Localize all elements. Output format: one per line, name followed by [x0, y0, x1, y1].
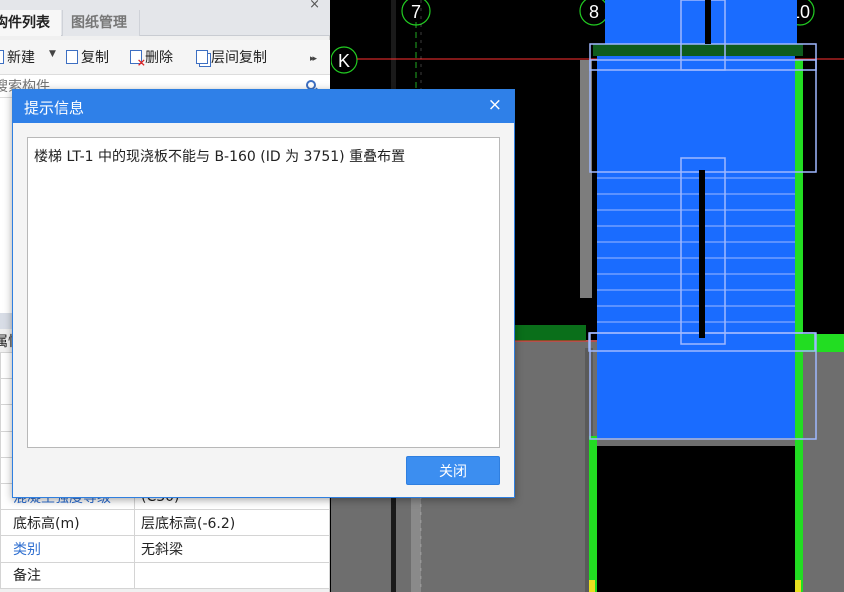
floor-copy-button[interactable]: 层间复制 — [196, 48, 267, 68]
panel-tab-bar: 构件列表 图纸管理 × — [0, 0, 330, 36]
dialog-title: 提示信息 — [24, 99, 85, 117]
yellow-marker-left — [589, 580, 595, 592]
tab-component-list[interactable]: 构件列表 — [0, 10, 61, 36]
dialog-close-button[interactable]: 关闭 — [406, 456, 500, 485]
delete-button-label: 删除 — [145, 50, 173, 66]
stair-top-landing[interactable] — [597, 56, 795, 168]
top-beam[interactable] — [593, 44, 803, 56]
property-row-remarks[interactable]: 备注 — [0, 561, 330, 589]
copy-button[interactable]: 复制 — [66, 48, 109, 68]
copy-icon — [66, 50, 78, 64]
dialog-titlebar[interactable]: 提示信息 × — [13, 90, 514, 123]
message-dialog: 提示信息 × 楼梯 LT-1 中的现浇板不能与 B-160 (ID 为 3751… — [12, 89, 515, 498]
right-landing-beam[interactable] — [799, 334, 844, 352]
toolbar-more-icon[interactable]: ▸▸ — [310, 49, 317, 69]
property-value[interactable]: 层底标高(-6.2) — [134, 509, 330, 537]
stair-opening — [597, 446, 795, 592]
property-name: 底标高(m) — [0, 509, 135, 537]
yellow-marker-right — [795, 580, 801, 592]
new-button-label: 新建 — [7, 50, 35, 66]
column-strip[interactable] — [411, 492, 421, 592]
component-toolbar: 新建 ▼ 复制 删除 层间复制 ▸▸ — [0, 40, 330, 74]
property-value[interactable]: 无斜梁 — [134, 535, 330, 563]
panel-close-icon[interactable]: × — [309, 0, 320, 12]
property-row-bottom-elevation[interactable]: 底标高(m) 层底标高(-6.2) — [0, 509, 330, 537]
left-green-beam-lower[interactable] — [589, 436, 597, 592]
stair-well-gap — [699, 170, 705, 338]
floor-copy-button-label: 层间复制 — [211, 50, 267, 66]
tab-drawing-management[interactable]: 图纸管理 — [62, 10, 140, 36]
property-name: 备注 — [0, 561, 135, 589]
copy-button-label: 复制 — [81, 50, 109, 66]
new-icon — [0, 50, 4, 64]
floor-copy-icon — [196, 50, 208, 64]
stair-upper-flight[interactable] — [605, 0, 797, 44]
property-row-category[interactable]: 类别 无斜梁 — [0, 535, 330, 563]
property-name: 类别 — [0, 535, 135, 563]
delete-button[interactable]: 删除 — [130, 48, 173, 68]
right-green-beam-lower[interactable] — [795, 436, 803, 592]
axis-label-7: 7 — [411, 2, 421, 22]
delete-icon — [130, 50, 146, 68]
property-value[interactable] — [134, 561, 330, 589]
axis-label-8: 8 — [589, 2, 599, 22]
dialog-message: 楼梯 LT-1 中的现浇板不能与 B-160 (ID 为 3751) 重叠布置 — [34, 149, 406, 165]
axis-label-k: K — [338, 51, 350, 71]
stair-well-gap-top — [705, 0, 711, 44]
new-dropdown-arrow-icon[interactable]: ▼ — [49, 49, 56, 59]
dialog-message-box[interactable]: 楼梯 LT-1 中的现浇板不能与 B-160 (ID 为 3751) 重叠布置 — [27, 137, 500, 448]
dialog-close-icon[interactable]: × — [488, 95, 502, 115]
new-button[interactable]: 新建 — [0, 48, 35, 68]
stair-bottom-landing[interactable] — [597, 338, 795, 438]
